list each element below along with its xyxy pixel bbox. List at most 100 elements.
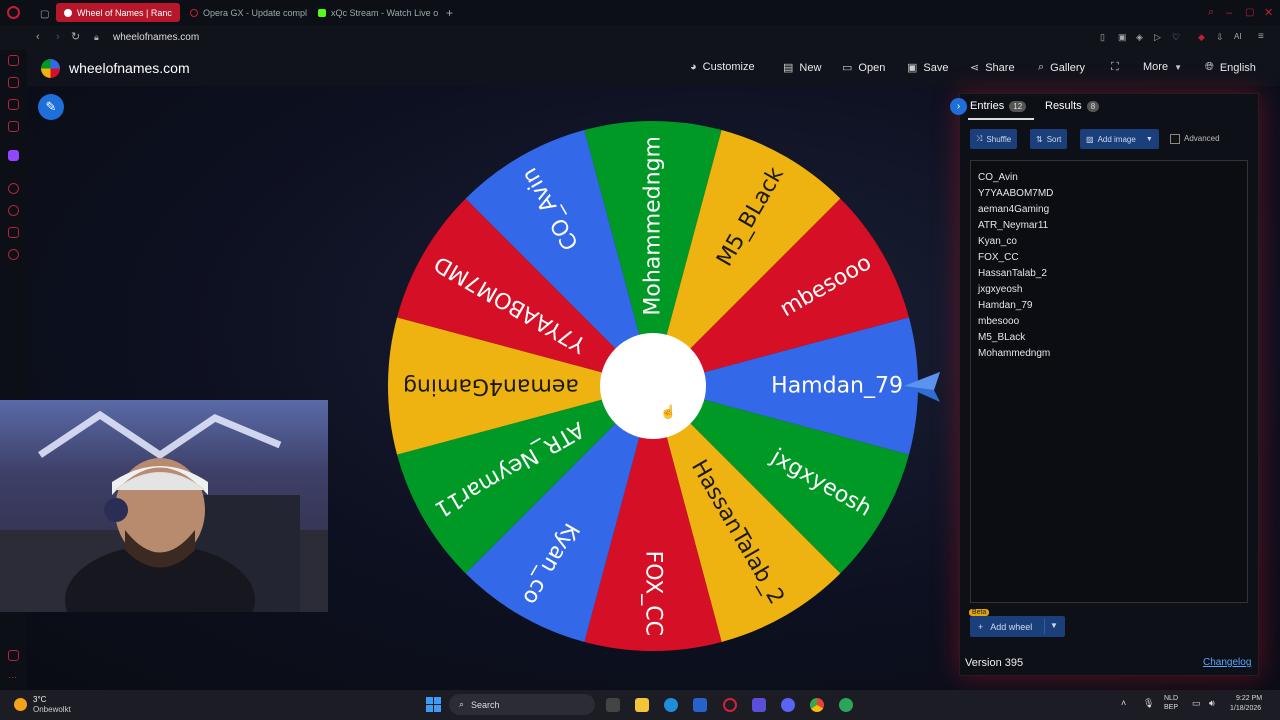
entry-line: ATR_Neymar11 [978,220,1049,231]
pencil-icon: ✎ [45,99,57,114]
entries-textarea[interactable]: CO_Avin Y7YAABOM7MD aeman4Gaming ATR_Neymar… [970,160,1248,603]
sidebar-pinboard-icon[interactable] [8,227,19,238]
wheel-segment-label: Hamdan_79 [771,374,903,399]
taskbar-search[interactable]: ⌕ Search [449,694,595,715]
clock-time[interactable]: 9:22 PM [1236,695,1262,702]
sidebar-cleaner-icon[interactable] [8,99,19,110]
app-icon[interactable] [752,698,766,712]
wheel-segment-label: FOX_CC [641,551,666,636]
beta-badge: Beta [969,609,990,616]
save-button[interactable]: ▣ Save [907,61,949,75]
customize-label: Customize [702,61,755,73]
forward-icon[interactable]: › [56,31,60,43]
opera-gx-taskbar-icon[interactable] [723,698,737,712]
new-button[interactable]: ▤ New [783,61,821,75]
sidebar-history-icon[interactable] [8,205,19,216]
opera-gx-logo-icon[interactable] [7,6,20,19]
weather-description[interactable]: Onbewolkt [33,705,71,714]
customize-button[interactable]: ◕ Customize [690,61,755,73]
wheel-center-hub[interactable] [600,333,706,439]
edit-pencil-button[interactable]: ✎ [38,94,64,120]
sidebar-twitch-icon[interactable] [8,150,19,161]
windows-start-icon[interactable] [426,697,441,712]
input-language[interactable]: NLD [1164,695,1178,702]
player-icon[interactable]: ▷ [1154,31,1161,43]
weather-temperature[interactable]: 3°C [33,695,46,704]
advanced-checkbox[interactable] [1170,134,1180,144]
taskbar-search-label: Search [471,699,500,710]
tray-overflow-icon[interactable]: ˄ [1121,698,1126,708]
reload-icon[interactable]: ↻ [71,31,80,43]
shuffle-button[interactable]: ⤨ Shuffle [970,129,1018,149]
share-label: Share [985,61,1015,74]
entry-line: mbesooo [978,316,1020,327]
new-tab-plus-icon[interactable]: + [438,3,461,22]
sidebar-settings-icon[interactable] [8,249,19,260]
wheel-segment-label: Mohammedngm [641,136,666,316]
file-explorer-icon[interactable] [635,698,649,712]
gx-control-icon[interactable]: ◆ [1198,31,1205,43]
entry-line: HassanTalab_2 [978,268,1047,279]
task-view-icon[interactable] [606,698,620,712]
sidebar-gx-corner-icon[interactable] [8,55,19,66]
store-icon[interactable] [693,698,707,712]
tab-xqc-stream[interactable]: xQc Stream - Watch Live o [310,3,438,22]
chrome-icon[interactable] [810,698,824,712]
volume-icon[interactable]: 🔊︎ [1209,698,1215,709]
caret-down-icon: ▼ [1145,135,1153,143]
changelog-link[interactable]: Changelog [1203,657,1251,668]
sidebar-gx-icon[interactable] [8,650,19,661]
entries-count-badge: 12 [1009,100,1027,112]
entry-line: FOX_CC [978,252,1019,263]
app-icon[interactable] [839,698,853,712]
tab-wheel-of-names[interactable]: Wheel of Names | Ranc [56,3,180,22]
fullscreen-button[interactable]: ⛶ [1111,61,1119,74]
back-icon[interactable]: ‹ [36,31,40,43]
site-title[interactable]: wheelofnames.com [69,60,190,76]
close-window-icon[interactable]: ✕ [1256,3,1280,22]
sidebar-clock-icon[interactable] [8,183,19,194]
globe-icon: 🌐︎ [1205,61,1214,73]
collapse-panel-button[interactable]: › [950,98,967,115]
microphone-icon[interactable]: 🎙︎ [1143,698,1154,709]
bookmark-icon[interactable]: ▯ [1100,31,1105,43]
open-button[interactable]: ▭ Open [842,61,885,75]
sidebar-home-icon[interactable] [8,77,19,88]
more-button[interactable]: More ▼ [1143,61,1182,73]
discord-icon[interactable] [781,698,795,712]
vpn-icon[interactable]: ◈ [1136,31,1143,43]
menu-icon[interactable]: ≡ [1258,31,1264,43]
entry-line: jxgxyeosh [978,284,1023,295]
language-button[interactable]: 🌐︎ English [1205,61,1256,74]
save-label: Save [923,61,949,74]
sort-label: Sort [1046,134,1062,144]
url-text[interactable]: wheelofnames.com [113,32,199,43]
windows-taskbar: 3°C Onbewolkt ⌕ Search ˄ 🎙︎ NLD BEP ▭ 🔊︎… [0,690,1280,720]
name-wheel[interactable]: Hamdan_79jxgxyeoshHassanTalab_2FOX_CCKya… [385,118,921,654]
heart-icon[interactable]: ♡ [1172,31,1180,43]
aria-ai-icon[interactable]: AI [1234,31,1242,43]
caret-down-icon[interactable]: ▼ [1050,621,1058,630]
download-icon[interactable]: ⇩ [1216,31,1224,43]
snapshot-icon[interactable]: ▣ [1118,31,1127,43]
clock-date[interactable]: 1/18/2026 [1230,705,1261,712]
wheel-logo-icon[interactable] [41,59,60,78]
sidebar-more-icon[interactable]: ⋯ [8,672,19,683]
plus-icon: + [978,621,984,632]
sidebar-messenger-icon[interactable] [8,121,19,132]
tab-entries[interactable]: Entries 12 [970,100,1027,112]
network-icon[interactable]: ▭ [1192,698,1201,709]
tab-entries-label: Entries [970,100,1005,112]
weather-icon[interactable] [14,698,27,711]
sort-button[interactable]: ⇅ Sort [1030,129,1068,149]
gallery-button[interactable]: ⌕ Gallery [1038,61,1085,74]
edge-icon[interactable] [664,698,678,712]
workspaces-icon[interactable]: ▢ [32,5,57,24]
tab-results[interactable]: Results 8 [1045,100,1100,112]
input-layout[interactable]: BEP [1164,704,1178,711]
add-wheel-button[interactable]: + Add wheel ▼ [970,616,1065,637]
add-image-button[interactable]: ▨ Add image ▼ [1080,129,1159,149]
share-button[interactable]: ⋖ Share [970,61,1015,75]
wheel-pointer-icon [904,372,940,402]
tab-opera-gx-update[interactable]: Opera GX - Update compl [182,3,308,22]
